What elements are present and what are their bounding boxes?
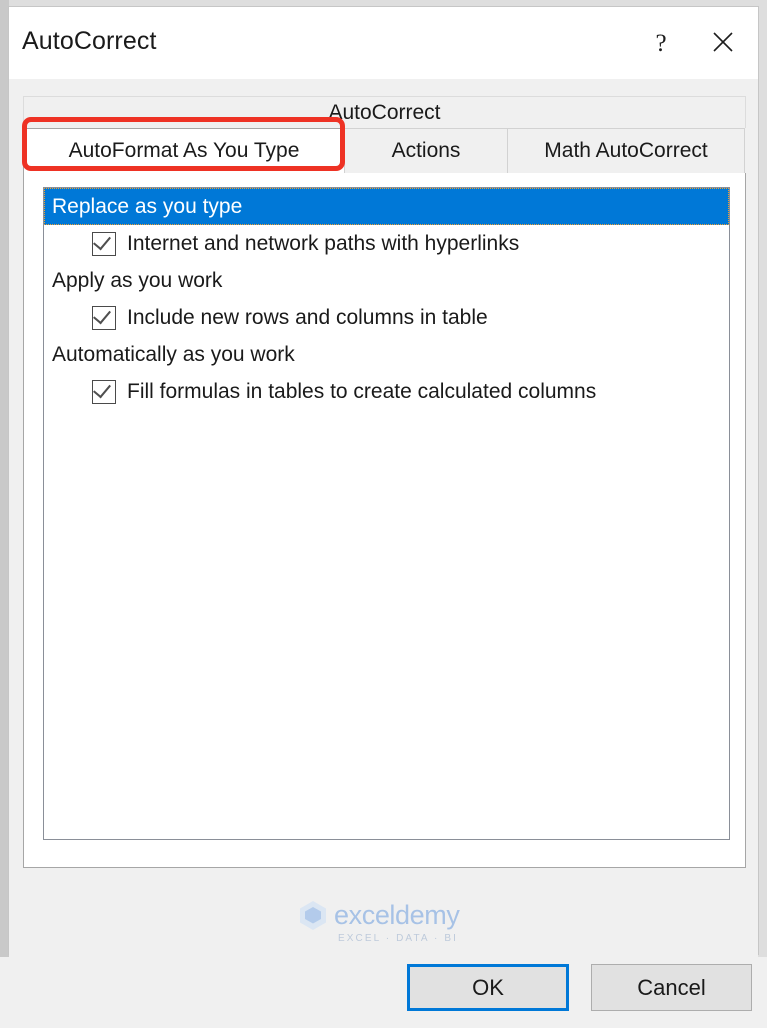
autoformat-options-listbox[interactable]: Replace as you type Internet and network… (43, 187, 730, 840)
cancel-button[interactable]: Cancel (591, 964, 752, 1011)
titlebar-button-group: ? (630, 7, 754, 79)
tab-panel-autoformat: Replace as you type Internet and network… (23, 173, 746, 868)
list-item-internet-and-network-paths-label: Internet and network paths with hyperlin… (127, 231, 520, 255)
list-group-label: Apply as you work (52, 268, 223, 292)
ok-button[interactable]: OK (407, 964, 569, 1011)
tab-row-upper: AutoCorrect (23, 96, 746, 128)
list-item-include-new-rows-and-columns[interactable]: Include new rows and columns in table (44, 299, 729, 336)
tab-autoformat-as-you-type-label: AutoFormat As You Type (68, 139, 300, 162)
list-item-include-new-rows-and-columns-label: Include new rows and columns in table (127, 305, 488, 329)
list-group-label: Replace as you type (52, 194, 243, 218)
autocorrect-dialog: AutoCorrect ? AutoCorrect AutoFormat As … (8, 6, 759, 1028)
tab-autoformat-as-you-type[interactable]: AutoFormat As You Type (23, 128, 345, 174)
list-item-fill-formulas-in-tables[interactable]: Fill formulas in tables to create calcul… (44, 373, 729, 410)
screen-root: AutoCorrect ? AutoCorrect AutoFormat As … (0, 0, 767, 1028)
dialog-footer: OK Cancel (9, 882, 758, 1028)
dialog-title: AutoCorrect (22, 27, 157, 55)
checkbox-fill-formulas-in-tables[interactable] (92, 379, 116, 404)
list-group-apply-as-you-work[interactable]: Apply as you work (44, 262, 729, 299)
tab-area: AutoCorrect AutoFormat As You Type Actio… (23, 96, 746, 868)
checkmark-icon (93, 231, 111, 250)
list-item-fill-formulas-in-tables-label: Fill formulas in tables to create calcul… (127, 379, 597, 403)
help-button[interactable]: ? (630, 15, 692, 71)
dialog-titlebar: AutoCorrect ? (9, 7, 758, 79)
checkmark-icon (93, 305, 111, 324)
tab-math-autocorrect[interactable]: Math AutoCorrect (507, 128, 745, 174)
list-group-replace-as-you-type[interactable]: Replace as you type (44, 188, 729, 225)
tab-actions[interactable]: Actions (344, 128, 508, 174)
list-item-internet-and-network-paths[interactable]: Internet and network paths with hyperlin… (44, 225, 729, 262)
cancel-button-label: Cancel (637, 974, 706, 1000)
checkmark-icon (93, 379, 111, 398)
checkbox-include-new-rows-and-columns[interactable] (92, 305, 116, 330)
help-question-icon: ? (655, 29, 667, 57)
dialog-body: AutoCorrect AutoFormat As You Type Actio… (9, 79, 758, 1028)
list-group-label: Automatically as you work (52, 342, 295, 366)
tab-autocorrect-label: AutoCorrect (328, 100, 441, 124)
checkbox-internet-and-network-paths[interactable] (92, 231, 116, 256)
list-group-automatically-as-you-work[interactable]: Automatically as you work (44, 336, 729, 373)
tab-math-autocorrect-label: Math AutoCorrect (544, 139, 708, 162)
close-button[interactable] (692, 15, 754, 71)
tab-strip: AutoFormat As You Type Actions Math Auto… (23, 128, 746, 174)
close-x-icon (710, 29, 736, 58)
tab-actions-label: Actions (391, 139, 461, 162)
ok-button-label: OK (472, 974, 504, 1000)
